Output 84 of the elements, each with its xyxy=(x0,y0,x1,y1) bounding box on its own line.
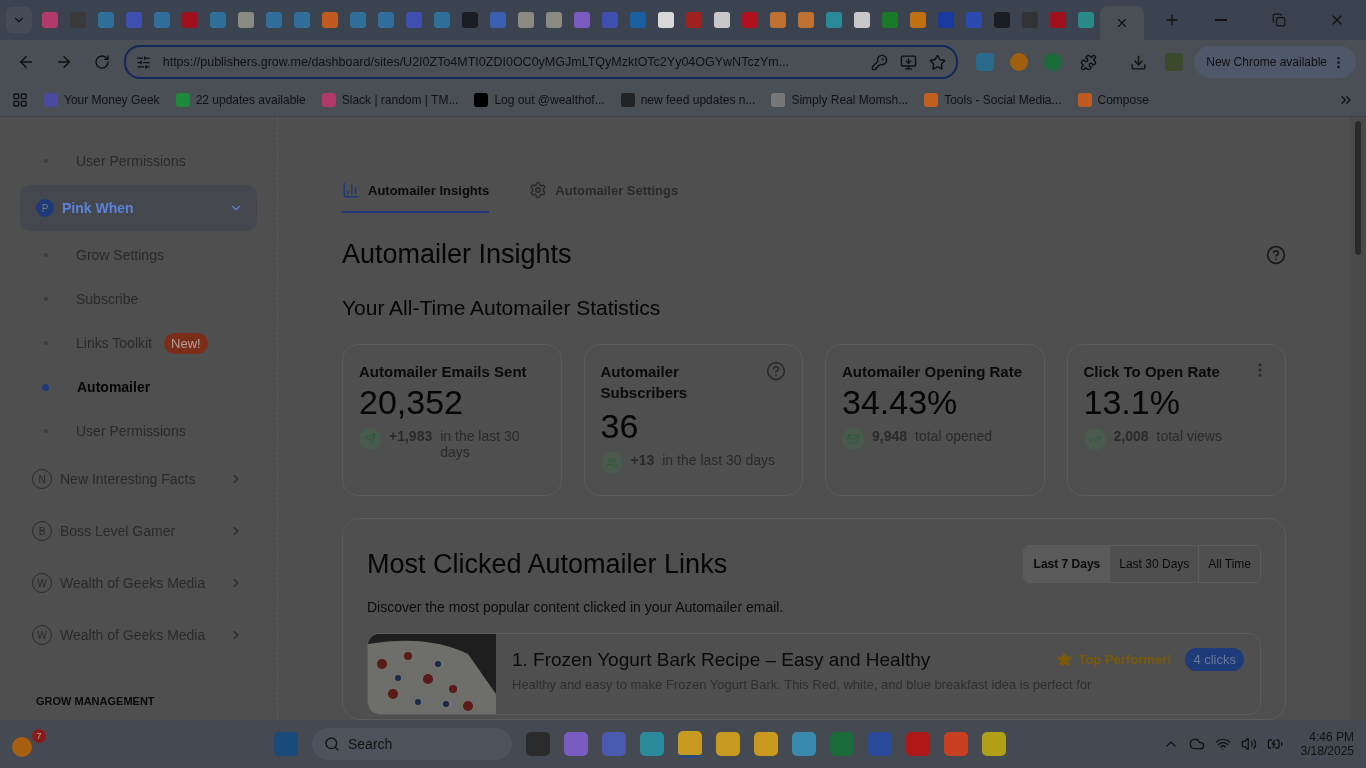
star-icon xyxy=(1057,652,1073,667)
stat-value: 34.43% xyxy=(842,383,959,422)
site-name: Pink When xyxy=(62,200,134,216)
wifi-icon[interactable] xyxy=(1214,736,1231,752)
apps-icon[interactable] xyxy=(12,92,28,108)
stat-title: Click To Open Rate xyxy=(1083,362,1220,382)
stat-value: 20,352 xyxy=(359,383,464,422)
site-settings-icon[interactable] xyxy=(135,54,151,70)
stat-title: Automailer Emails Sent xyxy=(359,362,527,382)
help-icon[interactable] xyxy=(766,361,786,381)
taskbar-app-icon[interactable] xyxy=(678,730,702,758)
taskbar-app-icon[interactable] xyxy=(754,732,778,756)
site-item[interactable]: P Pink When xyxy=(20,185,257,231)
range-button[interactable]: All Time xyxy=(1198,546,1260,582)
top-performer-label: Top Performer! xyxy=(1057,652,1172,667)
range-button[interactable]: Last 30 Days xyxy=(1109,546,1199,582)
extension-icon[interactable] xyxy=(975,53,994,71)
url-text: https://publishers.grow.me/dashboard/sites/U2I0ZTo4MTI0ZDI0OC0yMGJmLTQyMzktOTc2Yy04OGYwNTczYm... xyxy=(162,55,791,69)
range-button[interactable]: Last 7 Days xyxy=(1023,546,1110,582)
clicks-badge: 4 clicks xyxy=(1185,648,1244,671)
send-icon xyxy=(359,428,381,450)
panel-description: Discover the most popular content clicked in your Automailer email. xyxy=(367,599,785,615)
panel-title: Most Clicked Automailer Links xyxy=(367,548,728,580)
link-title: 1. Frozen Yogurt Bark Recipe – Easy and Healthy xyxy=(512,648,932,671)
page-title: Automailer Insights xyxy=(342,239,572,270)
search-placeholder: Search xyxy=(348,736,393,752)
bookmark-label: Log out @wealthof... xyxy=(494,93,605,107)
tab-search-button[interactable] xyxy=(6,7,32,33)
taskbar-app-icon[interactable] xyxy=(526,732,550,756)
bookmark-label: 22 updates available xyxy=(195,93,306,107)
bookmark-label: Compose xyxy=(1097,93,1149,107)
install-icon[interactable] xyxy=(899,53,917,71)
download-icon xyxy=(1129,53,1147,71)
section-heading: GROW MANAGEMENT xyxy=(35,695,156,707)
battery-icon[interactable] xyxy=(1266,736,1283,752)
cloud-icon[interactable] xyxy=(1188,736,1205,752)
sidebar-item[interactable]: Automailer xyxy=(20,365,257,409)
search-field[interactable]: Search xyxy=(312,728,512,760)
new-badge: New! xyxy=(164,332,208,354)
bookmark-link[interactable]: Log out @wealthof... xyxy=(474,93,605,107)
bar-chart-icon xyxy=(342,181,360,199)
weather-icon[interactable] xyxy=(12,737,32,757)
taskbar-app-icon[interactable] xyxy=(564,732,588,756)
taskbar-app-icon[interactable] xyxy=(792,732,816,756)
taskbar-app-icon[interactable] xyxy=(716,732,740,756)
puzzle-icon xyxy=(1080,53,1097,71)
bookmark-link[interactable]: Your Money Geek xyxy=(44,93,160,107)
restore-icon xyxy=(1272,13,1286,27)
plus-icon xyxy=(1164,12,1180,28)
clock[interactable]: 4:46 PM 3/18/2025 xyxy=(1300,730,1354,758)
taskbar-app-icon[interactable] xyxy=(982,732,1006,756)
volume-icon[interactable] xyxy=(1240,736,1257,752)
stat-title: Automailer Subscribers xyxy=(600,362,689,403)
bullet-icon xyxy=(42,383,49,391)
users-icon xyxy=(600,452,623,474)
section-title: Your All-Time Automailer Statistics xyxy=(342,296,662,320)
mail-icon xyxy=(842,428,864,450)
reload-icon xyxy=(93,54,110,70)
taskbar-app-icon[interactable] xyxy=(944,732,968,756)
bookmark-label: Your Money Geek xyxy=(64,93,160,107)
bookmark-link[interactable]: 22 updates available xyxy=(175,93,306,107)
notification-badge: 7 xyxy=(32,729,46,743)
profile-icon[interactable] xyxy=(1165,53,1184,71)
address-bar[interactable]: https://publishers.grow.me/dashboard/sites/U2I0ZTo4MTI0ZDI0OC0yMGJmLTQyMzktOTc2Yy04OGYwNTczYm... xyxy=(123,45,958,79)
extension-icon[interactable] xyxy=(1009,53,1028,71)
site-initial: P xyxy=(36,199,54,217)
scrollbar-thumb[interactable] xyxy=(1355,121,1361,255)
extension-icon[interactable] xyxy=(1043,53,1062,71)
page-tab[interactable]: Automailer Insights xyxy=(342,181,490,213)
bookmark-star-icon[interactable] xyxy=(928,53,946,71)
stat-value: 36 xyxy=(600,407,640,446)
close-icon[interactable] xyxy=(1115,16,1129,30)
stat-title: Automailer Opening Rate xyxy=(842,362,1023,382)
gear-icon xyxy=(529,181,548,199)
update-button[interactable]: New Chrome available xyxy=(1194,46,1356,78)
search-icon xyxy=(324,736,340,752)
key-icon[interactable] xyxy=(870,53,888,71)
trend-icon xyxy=(1083,428,1106,450)
start-icon[interactable] xyxy=(274,732,298,756)
minimize-icon xyxy=(1215,19,1227,21)
taskbar-app-icon[interactable] xyxy=(640,732,664,756)
stat-value: 13.1% xyxy=(1083,383,1181,422)
help-icon[interactable] xyxy=(1266,244,1286,265)
bookmark-link[interactable]: Compose xyxy=(1077,93,1149,107)
